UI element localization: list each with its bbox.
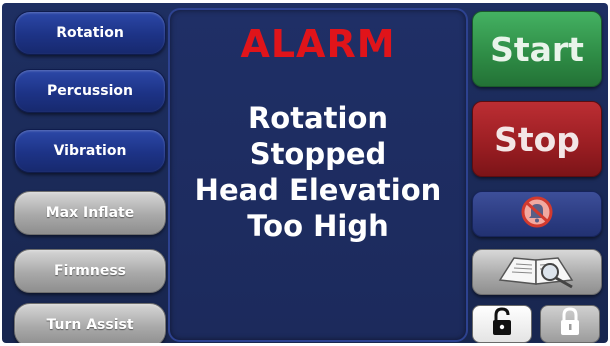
firmness-button-label: Firmness	[54, 263, 126, 279]
lock-button[interactable]	[540, 305, 600, 343]
max-inflate-button-label: Max Inflate	[45, 205, 135, 221]
vibration-button-label: Vibration	[53, 143, 127, 159]
alarm-panel: ALARM Rotation Stopped Head Elevation To…	[168, 8, 468, 342]
padlock-open-icon	[491, 307, 513, 341]
unlock-button[interactable]	[472, 305, 532, 343]
alarm-silence-button[interactable]	[472, 191, 602, 237]
start-button[interactable]: Start	[472, 11, 602, 87]
alarm-message-line: Head Elevation	[194, 173, 442, 207]
stop-button[interactable]: Stop	[472, 101, 602, 177]
rotation-button[interactable]: Rotation	[14, 11, 166, 55]
alarm-silence-icon	[517, 195, 557, 233]
alarm-message-line: Too High	[247, 209, 389, 243]
percussion-button-label: Percussion	[47, 83, 133, 99]
rotation-button-label: Rotation	[56, 25, 124, 41]
padlock-closed-icon	[559, 307, 581, 341]
manual-button[interactable]	[472, 249, 602, 295]
stop-button-label: Stop	[494, 119, 580, 159]
alarm-title: ALARM	[240, 22, 396, 66]
manual-book-icon	[492, 250, 582, 294]
alarm-message: Rotation Stopped Head Elevation Too High	[170, 100, 466, 244]
turn-assist-button[interactable]: Turn Assist	[14, 303, 166, 343]
firmness-button[interactable]: Firmness	[14, 249, 166, 293]
max-inflate-button[interactable]: Max Inflate	[14, 191, 166, 235]
alarm-message-line: Rotation	[247, 101, 389, 135]
vibration-button[interactable]: Vibration	[14, 129, 166, 173]
control-screen: Rotation Percussion Vibration Max Inflat…	[2, 3, 608, 343]
percussion-button[interactable]: Percussion	[14, 69, 166, 113]
turn-assist-button-label: Turn Assist	[46, 317, 134, 333]
start-button-label: Start	[490, 29, 584, 69]
alarm-message-line: Stopped	[249, 137, 387, 171]
